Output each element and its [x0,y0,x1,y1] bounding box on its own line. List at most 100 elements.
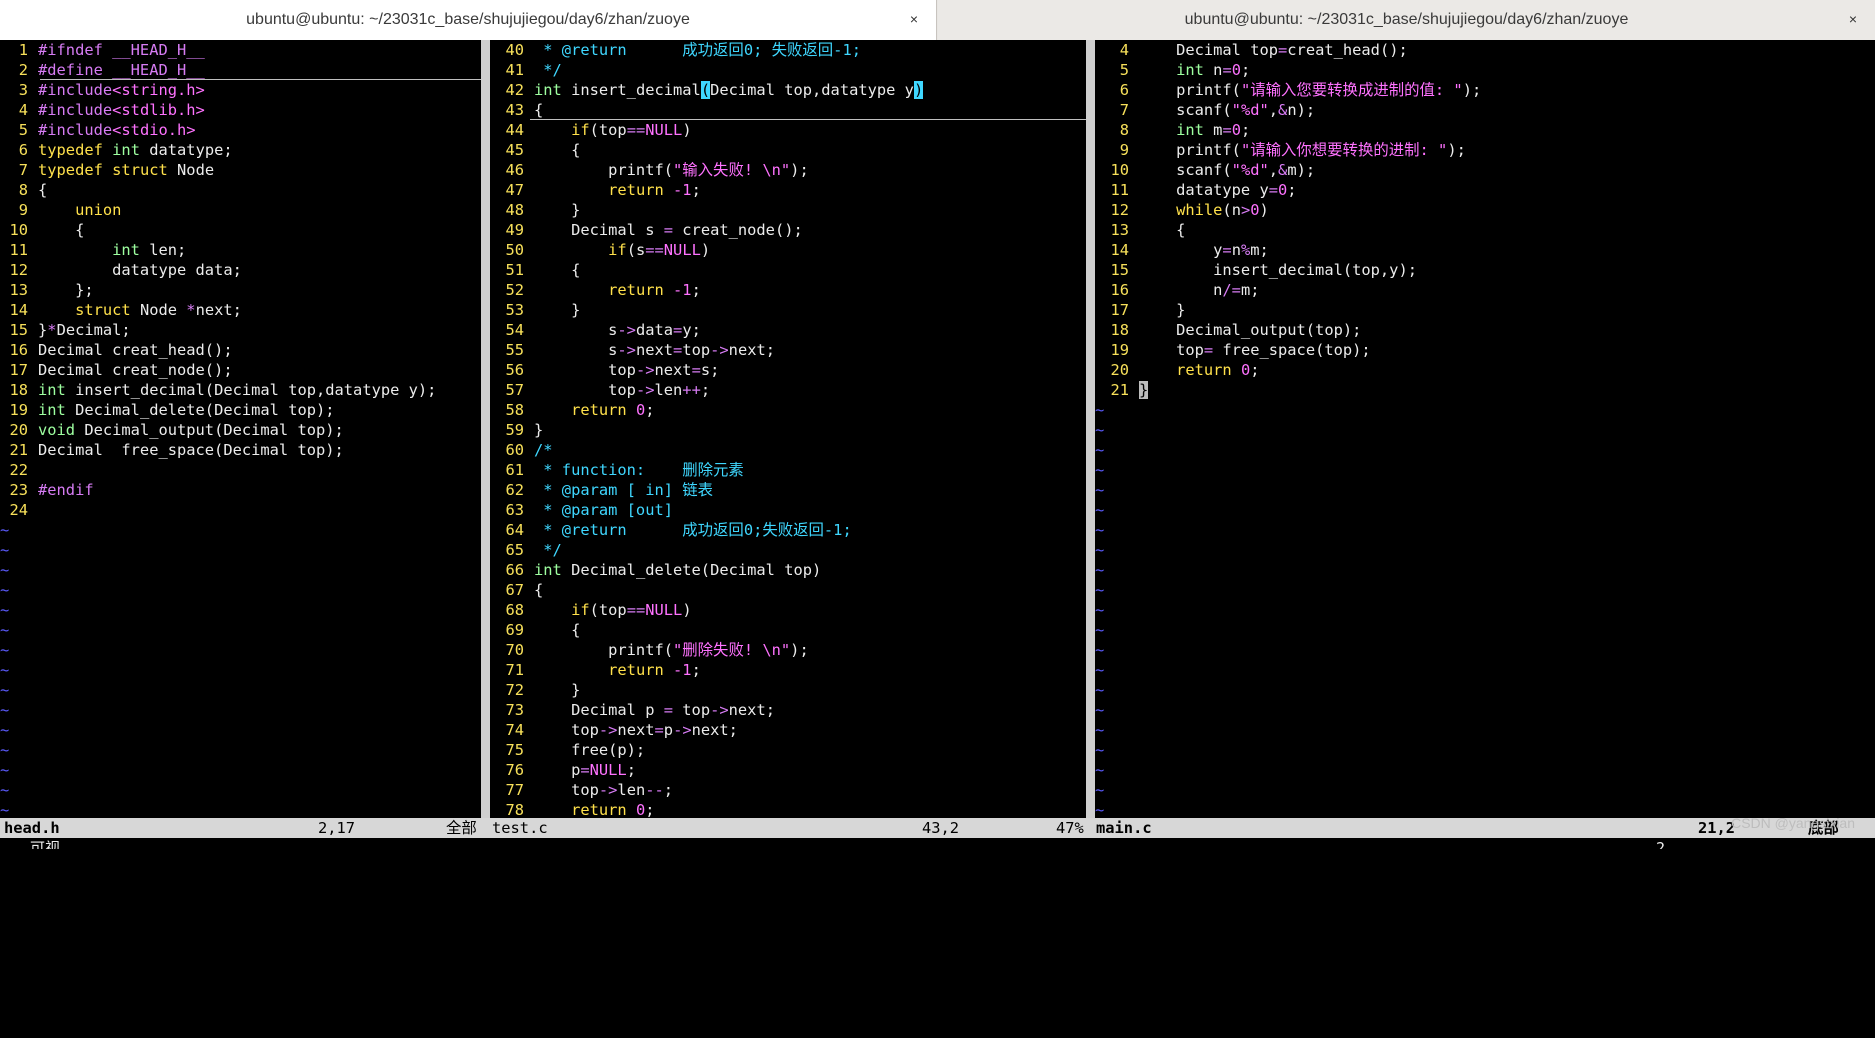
code-line[interactable]: 7 typedef struct Node [0,160,214,180]
terminal-tab-2[interactable]: ubuntu@ubuntu: ~/23031c_base/shujujiegou… [938,0,1875,40]
code-line[interactable]: 4 #include<stdlib.h> [0,100,205,120]
code-line[interactable]: 68 if(top==NULL) [490,600,691,620]
code-line[interactable]: 66 int Decimal_delete(Decimal top) [490,560,821,580]
code-line[interactable]: 7 scanf("%d",&n); [1095,100,1315,120]
code-line[interactable]: 45 { [490,140,580,160]
empty-line-marker: ~ [1095,641,1105,659]
code-line[interactable]: 9 printf("请输入你想要转换的进制: "); [1095,140,1466,160]
vertical-split-divider[interactable] [481,40,490,818]
code-line[interactable]: 51 { [490,260,580,280]
code-line[interactable]: 17 } [1095,300,1185,320]
code-line[interactable]: 40 * @return 成功返回0; 失败返回-1; [490,40,861,60]
code-line[interactable]: 16 Decimal creat_head(); [0,340,232,360]
code-line[interactable]: 55 s->next=top->next; [490,340,775,360]
code-line[interactable]: 57 top->len++; [490,380,710,400]
code-line[interactable]: 59} [490,420,543,440]
code-line[interactable]: 13 }; [0,280,93,300]
code-line[interactable]: 42 int insert_decimal(Decimal top,datatyp… [490,80,924,100]
code-line[interactable]: 50 if(s==NULL) [490,240,710,260]
code-line[interactable]: 5 int n=0; [1095,60,1251,80]
code-token: s [534,321,618,339]
code-line[interactable]: 10 scanf("%d",&m); [1095,160,1315,180]
code-line[interactable]: 69 { [490,620,580,640]
code-line[interactable]: 65 */ [490,540,561,560]
code-line[interactable]: 14 struct Node *next; [0,300,241,320]
code-line[interactable]: 11 int len; [0,240,186,260]
code-line[interactable]: 56 top->next=s; [490,360,719,380]
editor-pane-head-h[interactable]: 1 #ifndef __HEAD_H__ 2 #define __HEAD_H__ 3 #… [0,40,481,818]
status-filename: test.c [492,819,548,837]
code-line[interactable]: 64 * @return 成功返回0;失败返回-1; [490,520,851,540]
code-line[interactable]: 49 Decimal s = creat_node(); [490,220,802,240]
code-line[interactable]: 17 Decimal creat_node(); [0,360,232,380]
code-line[interactable]: 18 int insert_decimal(Decimal top,datatyp… [0,380,436,400]
code-line[interactable]: 6 typedef int datatype; [0,140,233,160]
code-line[interactable]: 5 #include<stdio.h> [0,120,196,140]
code-line[interactable]: 67 { [490,580,543,600]
code-line[interactable]: 43 { [490,100,543,120]
code-line[interactable]: 3 #include<string.h> [0,80,205,100]
code-line[interactable]: 18 Decimal_output(top); [1095,320,1361,340]
editor-pane-main-c[interactable]: 4 Decimal top=creat_head(); 5 int n=0; 6 p… [1095,40,1875,818]
code-line[interactable]: 52 return -1; [490,280,700,300]
code-line[interactable]: 73 Decimal p = top->next; [490,700,775,720]
code-line[interactable]: 4 Decimal top=creat_head(); [1095,40,1408,60]
empty-line-marker: ~ [1095,401,1105,419]
close-icon[interactable]: × [910,11,918,27]
code-line[interactable]: 44 if(top==NULL) [490,120,691,140]
code-line[interactable]: 8 int m=0; [1095,120,1251,140]
code-line[interactable]: 14 y=n%m; [1095,240,1268,260]
code-token: <stdlib.h> [112,101,205,119]
code-line[interactable]: 53 } [490,300,580,320]
vertical-split-divider[interactable] [1086,40,1095,818]
code-line[interactable]: 11 datatype y=0; [1095,180,1296,200]
code-line[interactable]: 60 /* [490,440,552,460]
code-line[interactable]: 13 { [1095,220,1185,240]
code-line[interactable]: 16 n/=m; [1095,280,1259,300]
code-line[interactable]: 76 p=NULL; [490,760,636,780]
code-line[interactable]: 71 return -1; [490,660,700,680]
code-line[interactable]: 63 * @param [out] [490,500,673,520]
editor-pane-test-c[interactable]: 40 * @return 成功返回0; 失败返回-1; 41 */42 int in… [490,40,1086,818]
code-line[interactable]: 12 while(n>0) [1095,200,1268,220]
code-line[interactable]: 15 insert_decimal(top,y); [1095,260,1417,280]
code-line[interactable]: 72 } [490,680,580,700]
code-line[interactable]: 74 top->next=p->next; [490,720,738,740]
code-line[interactable]: 77 top->len--; [490,780,673,800]
code-line[interactable]: 62 * @param [ in] 链表 [490,480,713,500]
code-line[interactable]: 54 s->data=y; [490,320,700,340]
code-line[interactable]: 15}*Decimal; [0,320,130,340]
code-line[interactable]: 10 { [0,220,84,240]
code-line[interactable]: 19 int Decimal_delete(Decimal top); [0,400,334,420]
code-line[interactable]: 47 return -1; [490,180,700,200]
code-line[interactable]: 23 #endif [0,480,93,500]
line-number: 44 [505,121,524,139]
code-line[interactable]: 9 union [0,200,122,220]
code-line[interactable]: 20 return 0; [1095,360,1259,380]
code-line[interactable]: 22 [0,460,38,480]
code-line[interactable]: 21 Decimal free_space(Decimal top); [0,440,343,460]
code-line[interactable]: 61 * function: 删除元素 [490,460,743,480]
code-line[interactable]: 46 printf("输入失败! \n"); [490,160,808,180]
code-line[interactable]: 41 */ [490,60,561,80]
terminal-tab-1[interactable]: ubuntu@ubuntu: ~/23031c_base/shujujiegou… [0,0,937,40]
terminal-area[interactable]: 1 #ifndef __HEAD_H__ 2 #define __HEAD_H__ 3 #… [0,40,1875,849]
line-number: 8 [18,181,28,199]
code-line[interactable]: 75 free(p); [490,740,645,760]
code-line[interactable]: 48 } [490,200,580,220]
code-line[interactable]: 1 #ifndef __HEAD_H__ [0,40,205,60]
code-line[interactable]: 58 return 0; [490,400,654,420]
code-line[interactable]: 12 datatype data; [0,260,241,280]
code-line[interactable]: 21} [1095,380,1149,400]
code-line[interactable]: 2 #define __HEAD_H__ [0,60,205,80]
code-line[interactable]: 78 return 0; [490,800,654,818]
code-line[interactable]: 20 void Decimal_output(Decimal top); [0,420,343,440]
code-line[interactable]: 6 printf("请输入您要转换成进制的值: "); [1095,80,1482,100]
code-line[interactable]: 19 top= free_space(top); [1095,340,1370,360]
command-line[interactable]: 可视 2 [0,838,1875,849]
code-line[interactable]: 8{ [0,180,48,200]
empty-line-marker: ~ [1095,521,1105,539]
close-icon[interactable]: × [1849,11,1857,27]
code-line[interactable]: 70 printf("删除失败! \n"); [490,640,808,660]
code-line[interactable]: 24 [0,500,38,520]
